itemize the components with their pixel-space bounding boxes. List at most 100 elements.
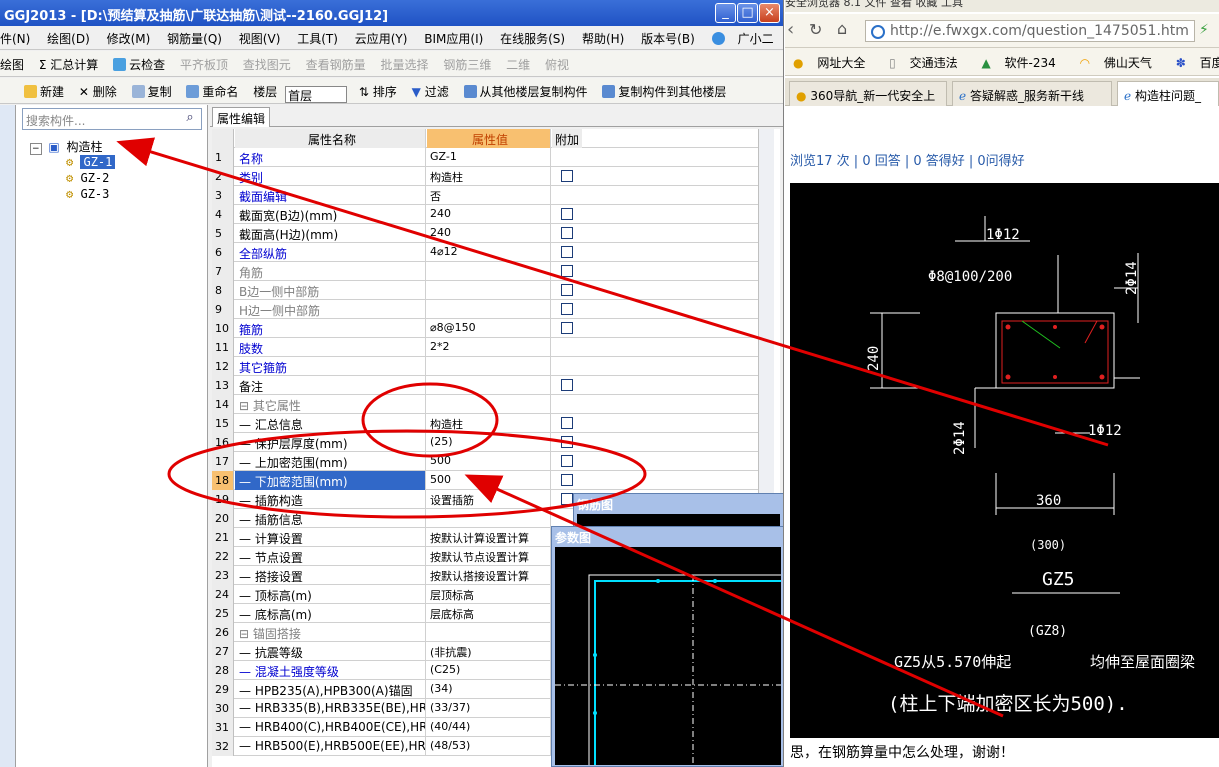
close-button[interactable]: × [759,3,780,23]
property-row[interactable]: 18— 下加密范围(mm) 500 [212,471,764,490]
property-value[interactable] [427,395,551,414]
property-row[interactable]: 1 名称 GZ-1 [212,148,764,167]
menu-online[interactable]: 在线服务(S) [500,30,565,47]
extra-checkbox[interactable] [561,417,573,429]
extra-checkbox[interactable] [561,379,573,391]
menu-version[interactable]: 版本号(B) [641,30,695,47]
url-input[interactable]: http://e.fwxgx.com/question_1475051.htm [865,20,1195,42]
tree-item-gz2[interactable]: ⚙ GZ-2 [66,171,109,185]
property-value[interactable]: 500 [427,452,551,471]
extra-checkbox[interactable] [561,246,573,258]
property-value[interactable]: 层顶标高 [427,585,551,604]
property-value[interactable] [427,376,551,395]
menu-tools[interactable]: 工具(T) [297,30,338,47]
property-value[interactable] [427,281,551,300]
property-row[interactable]: 16— 保护层厚度(mm) (25) [212,433,764,452]
property-value[interactable]: 层底标高 [427,604,551,623]
property-value[interactable] [427,509,551,528]
property-row[interactable]: 13 备注 [212,376,764,395]
menu-rebar-quantity[interactable]: 钢筋量(Q) [167,30,222,47]
property-value[interactable]: (33/37) [427,699,551,718]
fav-traffic[interactable]: ▯ 交通违法 [885,56,963,70]
summary-calc-button[interactable]: Σ 汇总计算 [39,56,98,73]
minimize-button[interactable]: _ [715,3,736,23]
extra-checkbox[interactable] [561,208,573,220]
extra-checkbox[interactable] [561,284,573,296]
align-slab-top-button[interactable]: 平齐板顶 [180,56,228,73]
property-row[interactable]: 14 ⊟ 其它属性 [212,395,764,414]
fav-nav-all[interactable]: ● 网址大全 [789,56,871,70]
tree-item-gz3[interactable]: ⚙ GZ-3 [66,187,109,201]
refresh-icon[interactable]: ↻ [809,20,822,39]
property-row[interactable]: 7 角筋 [212,262,764,281]
grid-scrollbar[interactable] [758,129,774,509]
sort-button[interactable]: ⇅ 排序 [359,83,397,100]
property-row[interactable]: 5 截面高(H边)(mm) 240 [212,224,764,243]
property-row[interactable]: 17— 上加密范围(mm) 500 [212,452,764,471]
menu-cloud[interactable]: 云应用(Y) [355,30,408,47]
delete-button[interactable]: ✕ 删除 [79,83,117,100]
property-value[interactable]: 2*2 [427,338,551,357]
property-value[interactable]: 按默认计算设置计算 [427,528,551,547]
property-value[interactable]: 4⌀12 [427,243,551,262]
collapse-icon[interactable]: − [30,143,42,155]
menu-help[interactable]: 帮助(H) [582,30,624,47]
cloud-check-button[interactable]: 云检查 [113,56,165,73]
page-icon[interactable]: ⚡ [1199,22,1209,38]
new-button[interactable]: 新建 [24,83,64,100]
rename-button[interactable]: 重命名 [186,83,238,100]
property-value[interactable]: 设置插筋 [427,490,551,509]
view-rebar-quantity-button[interactable]: 查看钢筋量 [306,56,366,73]
property-value[interactable]: 按默认搭接设置计算 [427,566,551,585]
menu-file[interactable]: 件(N) [0,30,30,47]
property-value[interactable]: (34) [427,680,551,699]
home-icon[interactable]: ⌂ [837,19,847,38]
property-value[interactable]: 构造柱 [427,414,551,433]
property-value[interactable]: ⌀8@150 [427,319,551,338]
menu-assistant[interactable]: 广小二 [711,30,783,47]
view-2d-combo[interactable]: 二维 [506,56,530,73]
fav-software[interactable]: ▲ 软件-234 [977,56,1061,70]
property-row[interactable]: 9 H边一侧中部筋 [212,300,764,319]
tree-item-gz1[interactable]: ⚙ GZ-1 [66,155,116,169]
extra-checkbox[interactable] [561,227,573,239]
extra-checkbox[interactable] [561,170,573,182]
fav-weather[interactable]: ◠ 佛山天气 [1076,56,1158,70]
property-value[interactable] [427,262,551,281]
search-input[interactable]: 搜索构件... [22,108,202,130]
property-value[interactable]: (48/53) [427,737,551,756]
property-row[interactable]: 4 截面宽(B边)(mm) 240 [212,205,764,224]
extra-checkbox[interactable] [561,265,573,277]
property-row[interactable]: 6 全部纵筋 4⌀12 [212,243,764,262]
property-value[interactable] [427,357,551,376]
filter-button[interactable]: ▼ 过滤 [412,83,449,100]
draw-button[interactable]: 绘图 [0,56,24,73]
property-row[interactable]: 15— 汇总信息 构造柱 [212,414,764,433]
property-row[interactable]: 11 肢数 2*2 [212,338,764,357]
extra-checkbox[interactable] [561,474,573,486]
extra-checkbox[interactable] [561,455,573,467]
property-row[interactable]: 8 B边一侧中部筋 [212,281,764,300]
rebar-3d-button[interactable]: 钢筋三维 [443,56,491,73]
param-figure-window[interactable]: 参数图 [551,526,783,767]
extra-checkbox[interactable] [561,322,573,334]
copy-from-floor-button[interactable]: 从其他楼层复制构件 [463,83,588,100]
find-element-button[interactable]: 查找图元 [243,56,291,73]
property-row[interactable]: 3 截面编辑否 [212,186,764,205]
property-row[interactable]: 12 其它箍筋 [212,357,764,376]
property-row[interactable]: 10 箍筋 ⌀8@150 [212,319,764,338]
top-view-combo[interactable]: 俯视 [545,56,569,73]
extra-checkbox[interactable] [561,303,573,315]
menu-modify[interactable]: 修改(M) [107,30,151,47]
property-value[interactable]: 500 [427,471,551,490]
tree-root[interactable]: − ▣ 构造柱 [30,138,103,155]
browser-tab-qa[interactable]: ℯ 答疑解惑_服务新干线 [952,81,1112,106]
property-value[interactable]: (C25) [427,661,551,680]
property-row[interactable]: 2 类别 构造柱 [212,167,764,186]
menu-bim[interactable]: BIM应用(I) [424,30,483,47]
property-value[interactable]: GZ-1 [427,148,551,167]
property-value[interactable]: 240 [427,224,551,243]
copy-button[interactable]: 复制 [131,83,172,100]
extra-checkbox[interactable] [561,493,573,505]
property-value[interactable]: (40/44) [427,718,551,737]
